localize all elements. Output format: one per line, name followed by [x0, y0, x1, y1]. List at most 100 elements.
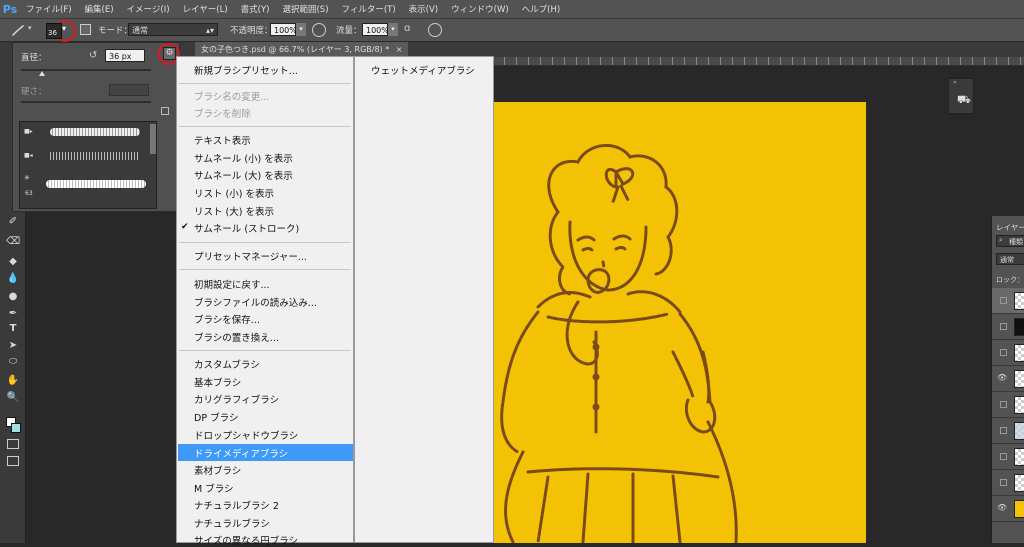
screen-mode-icon[interactable] [7, 456, 19, 466]
menu-item-delete-brush[interactable]: ブラシを削除 [194, 106, 251, 120]
layer-row[interactable]: 👁 [992, 496, 1024, 522]
menu-item-reset-brushes[interactable]: 初期設定に戻す... [194, 277, 270, 291]
ellipse-icon[interactable]: ⬭ [6, 355, 20, 369]
new-preset-icon[interactable] [161, 107, 169, 115]
brush-tool-icon[interactable] [10, 23, 26, 37]
menu-select[interactable]: 選択範囲(S) [276, 3, 335, 15]
layer-row[interactable] [992, 288, 1024, 314]
visibility-toggle[interactable] [1000, 323, 1007, 330]
pressure-size-icon[interactable] [428, 23, 442, 37]
quick-mask-icon[interactable] [7, 439, 19, 449]
document-tab[interactable]: 女の子色つき.psd @ 66.7% (レイヤー 3, RGB/8) * × [195, 42, 409, 57]
menu-item-natural-brushes[interactable]: ナチュラルブラシ [194, 516, 270, 530]
tool-preset-chevron-icon[interactable]: ▾ [28, 24, 32, 32]
blend-mode-select[interactable]: 通常 [996, 253, 1024, 265]
flow-dropdown-icon[interactable]: ▾ [388, 23, 398, 36]
opacity-input[interactable]: 100% [270, 23, 297, 36]
menu-file[interactable]: ファイル(F) [20, 3, 79, 15]
mode-select[interactable]: 通常 ▴▾ [128, 23, 218, 36]
brush-preset-picker[interactable]: 36 [46, 23, 62, 39]
brush-picker-chevron-icon[interactable]: ▾ [62, 24, 66, 33]
layer-row[interactable] [992, 340, 1024, 366]
preset-row-selected[interactable]: ✳ 63 [20, 170, 156, 204]
menu-filter[interactable]: フィルター(T) [336, 3, 403, 15]
menu-item-preset-manager[interactable]: プリセットマネージャー... [194, 249, 307, 263]
airbrush-icon[interactable]: ɑ [404, 23, 418, 37]
flow-input[interactable]: 100% [362, 23, 389, 36]
menu-image[interactable]: イメージ(I) [121, 3, 177, 15]
brush-panel-toggle-icon[interactable] [80, 24, 91, 35]
menu-item-load-brushes[interactable]: ブラシファイルの読み込み... [194, 295, 317, 309]
menu-item-save-brushes[interactable]: ブラシを保存... [194, 312, 260, 326]
menu-layer[interactable]: レイヤー(L) [177, 3, 235, 15]
reset-size-icon[interactable]: ↺ [89, 50, 97, 61]
menu-item-basic-brushes[interactable]: 基本ブラシ [194, 375, 241, 389]
expand-panels-icon[interactable]: » [953, 79, 957, 86]
menu-item-small-thumbnail[interactable]: サムネール (小) を表示 [194, 151, 293, 165]
hand-icon[interactable]: ✋ [6, 374, 20, 388]
menu-item-small-list[interactable]: リスト (小) を表示 [194, 186, 274, 200]
menu-item-stroke-thumbnail[interactable]: サムネール (ストローク) [194, 221, 299, 235]
menu-item-calligraphic-brushes[interactable]: カリグラフィブラシ [194, 392, 279, 406]
menu-item-m-brushes[interactable]: M ブラシ [194, 481, 234, 495]
tab-close-icon[interactable]: × [396, 45, 403, 54]
visibility-toggle[interactable] [1000, 427, 1007, 434]
visibility-toggle[interactable] [1000, 349, 1007, 356]
paint-bucket-icon[interactable]: ◆ [6, 255, 20, 269]
zoom-icon[interactable]: 🔍 [6, 391, 20, 405]
menu-item-natural-brushes-2[interactable]: ナチュラルブラシ 2 [194, 498, 279, 512]
layer-row[interactable]: 👁 [992, 366, 1024, 392]
path-selection-icon[interactable]: ➤ [6, 339, 20, 353]
preset-row[interactable]: ■◂ [20, 146, 156, 168]
layer-row[interactable] [992, 470, 1024, 496]
submenu-item-wet-media-brushes[interactable]: ウェットメディアブラシ [371, 63, 475, 77]
gear-icon[interactable]: ⚙ [163, 47, 176, 60]
scrollbar[interactable] [150, 124, 156, 154]
layer-row[interactable] [992, 444, 1024, 470]
menu-edit[interactable]: 編集(E) [79, 3, 121, 15]
eye-icon[interactable]: 👁 [997, 503, 1007, 512]
size-input[interactable]: 36 px [105, 49, 145, 62]
menu-item-replace-brushes[interactable]: ブラシの置き換え... [194, 330, 279, 344]
menu-help[interactable]: ヘルプ(H) [516, 3, 568, 15]
menu-item-rename-brush[interactable]: ブラシ名の変更... [194, 89, 269, 103]
size-slider-handle[interactable] [39, 71, 45, 76]
layer-row[interactable] [992, 418, 1024, 444]
visibility-toggle[interactable] [1000, 401, 1007, 408]
menu-item-new-preset[interactable]: 新規ブラシプリセット... [194, 63, 298, 77]
type-icon[interactable]: T [6, 322, 20, 336]
menu-window[interactable]: ウィンドウ(W) [445, 3, 516, 15]
flow-value: 100% [366, 26, 389, 35]
visibility-toggle[interactable] [1000, 453, 1007, 460]
eye-icon[interactable]: 👁 [997, 373, 1007, 382]
menu-item-large-thumbnail[interactable]: サムネール (大) を表示 [194, 168, 293, 182]
menu-item-dp-brushes[interactable]: DP ブラシ [194, 410, 238, 424]
blur-icon[interactable]: 💧 [6, 272, 20, 286]
flow-label: 流量： [336, 26, 362, 36]
dodge-icon[interactable]: ● [6, 290, 20, 304]
hardness-slider-track[interactable] [21, 101, 151, 103]
menu-item-faux-finish-brushes[interactable]: 素材ブラシ [194, 463, 241, 477]
opacity-dropdown-icon[interactable]: ▾ [296, 23, 306, 36]
history-brush-icon[interactable]: ✐ [6, 215, 20, 229]
menu-type[interactable]: 書式(Y) [235, 3, 277, 15]
menu-item-custom-brushes[interactable]: カスタムブラシ [194, 357, 260, 371]
layer-filter[interactable]: ⌕ 種類 [996, 235, 1024, 247]
hardness-input[interactable] [109, 84, 149, 96]
pressure-opacity-icon[interactable] [312, 23, 326, 37]
preset-row[interactable]: ■▸ [20, 122, 156, 144]
menu-item-large-list[interactable]: リスト (大) を表示 [194, 204, 274, 218]
visibility-toggle[interactable] [1000, 297, 1007, 304]
tool-presets-icon[interactable]: ⛟ [957, 93, 971, 108]
menu-item-text-only[interactable]: テキスト表示 [194, 133, 251, 147]
menu-item-round-brushes-size[interactable]: サイズの異なる円ブラシ [194, 533, 298, 547]
layer-row[interactable] [992, 314, 1024, 340]
visibility-toggle[interactable] [1000, 479, 1007, 486]
menu-view[interactable]: 表示(V) [403, 3, 445, 15]
menu-item-drop-shadow-brushes[interactable]: ドロップシャドウブラシ [194, 428, 298, 442]
background-color-swatch[interactable] [11, 423, 21, 433]
layer-row[interactable] [992, 392, 1024, 418]
menu-item-dry-media-brushes[interactable]: ドライメディアブラシ [194, 446, 288, 460]
pen-icon[interactable]: ✒ [6, 307, 20, 321]
eraser-icon[interactable]: ⌫ [6, 235, 20, 249]
